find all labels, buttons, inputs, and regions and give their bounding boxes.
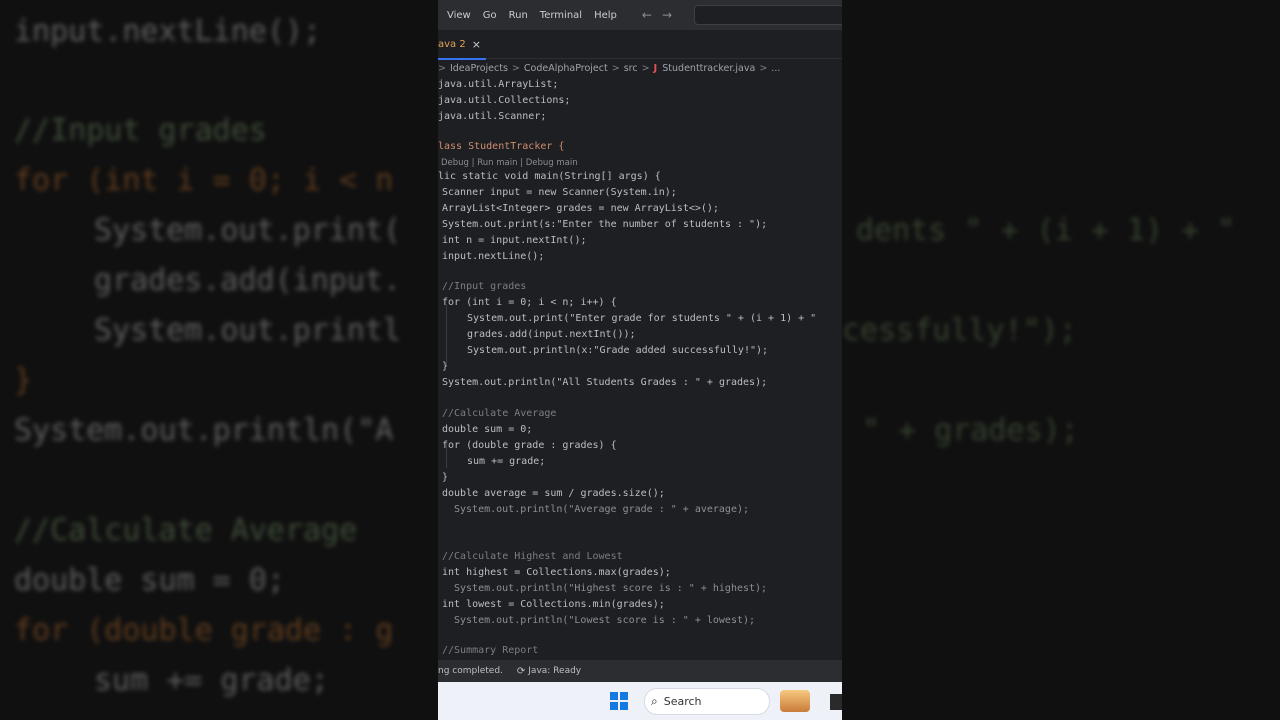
breadcrumb-separator: > <box>511 62 520 74</box>
bg-line: for (double grade : g <box>14 613 394 648</box>
close-icon[interactable]: × <box>472 38 481 51</box>
bg-line: } <box>14 363 33 398</box>
code-comment: //Calculate Highest and Lowest <box>442 551 623 562</box>
breadcrumb-separator: > <box>759 62 768 74</box>
code-line: double sum = 0; <box>442 424 533 435</box>
breadcrumb-more[interactable]: ... <box>771 63 780 74</box>
code-line: int lowest = Collections.min(grades); <box>442 599 665 610</box>
command-search-box[interactable] <box>694 5 842 25</box>
editor-tab-bar: ava 2 × <box>438 30 842 60</box>
code-line: java.util.Scanner; <box>438 111 547 122</box>
code-line: System.out.println("All Students Grades … <box>442 377 768 388</box>
bg-line: //Input grades <box>14 113 267 148</box>
code-editor[interactable]: java.util.ArrayList; java.util.Collectio… <box>438 78 842 660</box>
breadcrumb-separator: > <box>438 62 446 74</box>
breadcrumb-separator: > <box>641 62 650 74</box>
taskbar-search[interactable]: ⌕ Search <box>644 688 770 715</box>
status-message: ng completed. <box>438 666 503 676</box>
bg-line: " + grades); <box>862 413 1079 448</box>
code-line: int n = input.nextInt(); <box>442 235 587 246</box>
bg-line: System.out.printl <box>94 313 402 348</box>
code-line: double average = sum / grades.size(); <box>442 488 665 499</box>
title-bar: View Go Run Terminal Help ← → <box>438 0 842 30</box>
code-line: System.out.println("Highest score is : "… <box>454 583 768 594</box>
breadcrumb: > IdeaProjects > CodeAlphaProject > src … <box>438 58 842 78</box>
code-line: System.out.println(x:"Grade added succes… <box>467 345 769 356</box>
ide-window: View Go Run Terminal Help ← → ava 2 × > … <box>438 0 842 720</box>
code-line: sum += grade; <box>467 456 546 467</box>
code-line: } <box>442 472 449 483</box>
code-line: System.out.print("Enter grade for studen… <box>467 313 817 324</box>
code-line: grades.add(input.nextInt()); <box>467 329 636 340</box>
code-line: java.util.Collections; <box>438 95 571 106</box>
code-line: int highest = Collections.max(grades); <box>442 567 671 578</box>
tab-studenttracker[interactable]: ava 2 × <box>438 30 486 60</box>
code-line: System.out.println("Lowest score is : " … <box>454 615 756 626</box>
windows-taskbar: ⌕ Search <box>438 682 842 720</box>
code-line: Scanner input = new Scanner(System.in); <box>442 187 677 198</box>
code-line: System.out.println("Average grade : " + … <box>454 504 750 515</box>
menu-view[interactable]: View <box>447 10 471 21</box>
sync-icon: ⟳ <box>516 665 526 677</box>
tab-label: ava 2 <box>438 38 466 50</box>
taskbar-search-label: Search <box>663 695 702 708</box>
menu-terminal[interactable]: Terminal <box>540 10 582 21</box>
code-line: input.nextLine(); <box>442 251 545 262</box>
taskbar-overflow[interactable] <box>830 694 842 710</box>
code-lens-run-debug[interactable]: Debug | Run main | Debug main <box>441 156 578 170</box>
code-comment: //Input grades <box>442 281 527 292</box>
bg-line: System.out.println("A <box>14 413 394 448</box>
indent-guide <box>446 304 447 366</box>
code-line: lic static void main(String[] args) { <box>438 171 661 182</box>
breadcrumb-separator: > <box>611 62 620 74</box>
java-file-icon: J <box>653 62 658 74</box>
code-line: System.out.print(s:"Enter the number of … <box>442 219 768 230</box>
code-line: } <box>442 361 449 372</box>
code-line: ArrayList<Integer> grades = new ArrayLis… <box>442 203 719 214</box>
bg-line: dents " + (i + 1) + " <box>856 213 1236 248</box>
bg-line: grades.add(input. <box>94 263 402 298</box>
breadcrumb-item-src[interactable]: src <box>624 63 638 74</box>
forward-arrow-icon[interactable]: → <box>662 8 672 22</box>
bg-line: //Calculate Average <box>14 513 358 548</box>
bg-line: System.out.print( <box>94 213 402 248</box>
breadcrumb-item-ideaprojects[interactable]: IdeaProjects <box>450 63 508 74</box>
menu-help[interactable]: Help <box>594 10 617 21</box>
breadcrumb-item-codealphaproject[interactable]: CodeAlphaProject <box>524 63 608 74</box>
taskbar-app-icon[interactable] <box>780 690 810 712</box>
bg-line: input.nextLine(); <box>14 14 322 49</box>
code-line: lass StudentTracker { <box>438 141 565 152</box>
code-line: for (double grade : grades) { <box>442 440 617 451</box>
code-comment: //Calculate Average <box>442 408 557 419</box>
code-comment: //Summary Report <box>442 645 539 656</box>
search-icon: ⌕ <box>651 694 658 708</box>
bg-line: sum += grade; <box>94 663 329 698</box>
back-arrow-icon[interactable]: ← <box>642 8 652 22</box>
menu-run[interactable]: Run <box>509 10 528 21</box>
background-blur-right: dents " + (i + 1) + " cessfully!"); " + … <box>842 0 1280 720</box>
bg-line: double sum = 0; <box>14 563 285 598</box>
java-status-label: Java: Ready <box>528 666 582 676</box>
breadcrumb-item-file[interactable]: Studenttracker.java <box>662 63 755 74</box>
code-line: for (int i = 0; i < n; i++) { <box>442 297 617 308</box>
bg-line: for (int i = 0; i < n <box>14 163 394 198</box>
windows-start-icon[interactable] <box>610 692 628 710</box>
menu-go[interactable]: Go <box>483 10 497 21</box>
bg-line: cessfully!"); <box>842 313 1077 348</box>
background-blur-left: input.nextLine(); //Input grades for (in… <box>0 0 438 720</box>
status-bar: ng completed. ⟳ Java: Ready <box>438 660 842 682</box>
code-line: java.util.ArrayList; <box>438 79 559 90</box>
java-status[interactable]: ⟳ Java: Ready <box>517 666 581 677</box>
